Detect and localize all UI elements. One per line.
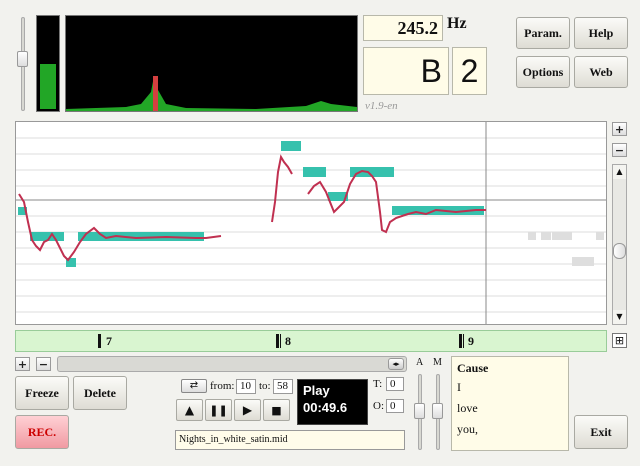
measure-marker <box>280 334 281 348</box>
measure-marker <box>463 334 464 348</box>
player-display: Play 00:49.6 <box>297 379 368 425</box>
web-button[interactable]: Web <box>574 56 628 88</box>
pause-icon[interactable]: ❚❚ <box>205 399 232 421</box>
h-scroll-thumb[interactable]: ◂▸ <box>388 358 404 370</box>
tempo-t-label: T: <box>373 378 383 390</box>
pitch-graph[interactable] <box>15 121 607 325</box>
frequency-readout: 245.2 <box>363 15 443 41</box>
melody-volume-thumb[interactable] <box>432 403 443 419</box>
delete-button[interactable]: Delete <box>73 376 127 410</box>
fit-icon[interactable]: ⊞ <box>612 333 627 348</box>
rec-button[interactable]: REC. <box>15 415 69 449</box>
note-octave-display: 2 <box>452 47 487 95</box>
param-button[interactable]: Param. <box>516 17 570 49</box>
input-volume-thumb[interactable] <box>17 51 28 67</box>
measure-marker <box>276 334 279 348</box>
loop-icon[interactable]: ⇄ <box>181 379 207 393</box>
h-zoom-in-button[interactable]: + <box>15 357 30 371</box>
lyrics-line: you, <box>457 422 478 436</box>
note-bar <box>303 167 326 177</box>
accompaniment-volume-thumb[interactable] <box>414 403 425 419</box>
tempo-t-field[interactable]: 0 <box>386 377 404 391</box>
pitch-curve <box>271 154 293 223</box>
horizontal-scrollbar[interactable]: ◂▸ <box>57 356 407 372</box>
frequency-unit: Hz <box>447 15 467 32</box>
vertical-scrollbar[interactable]: ▲ ▼ <box>612 164 627 325</box>
h-zoom-out-button[interactable]: − <box>36 357 51 371</box>
measure-label: 7 <box>106 334 112 348</box>
player-time: 00:49.6 <box>303 400 348 415</box>
player-state: Play <box>303 383 330 398</box>
pitch-curve <box>307 169 486 234</box>
lyrics-line: I <box>457 380 461 394</box>
spectrum-graph <box>66 76 357 111</box>
lyrics-panel: Cause I love you, <box>451 356 569 451</box>
loop-from-label: from: <box>210 380 235 392</box>
note-bar <box>78 232 204 241</box>
accompaniment-label: A <box>416 357 424 368</box>
scroll-down-icon[interactable]: ▼ <box>613 310 626 324</box>
measure-ruler[interactable]: 7 8 9 <box>15 330 607 352</box>
exit-button[interactable]: Exit <box>574 415 628 449</box>
measure-marker <box>459 334 462 348</box>
loop-from-field[interactable]: 10 <box>236 379 256 394</box>
measure-label: 9 <box>468 334 474 348</box>
note-octave: 2 <box>460 52 479 89</box>
pitch-curve <box>18 193 222 262</box>
scroll-up-icon[interactable]: ▲ <box>613 165 626 179</box>
note-name: B <box>420 52 442 89</box>
options-button[interactable]: Options <box>516 56 570 88</box>
version-label: v1.9-en <box>365 100 398 112</box>
freeze-button[interactable]: Freeze <box>15 376 69 410</box>
measure-marker <box>98 334 101 348</box>
tempo-o-label: O: <box>373 400 384 412</box>
zoom-in-button[interactable]: + <box>612 122 627 136</box>
lyrics-title: Cause <box>457 361 489 375</box>
melody-label: M <box>433 357 442 368</box>
input-level-fill <box>40 64 56 109</box>
play-icon[interactable]: ▶ <box>234 399 261 421</box>
stop-icon[interactable]: ■ <box>263 399 290 421</box>
zoom-out-button[interactable]: − <box>612 143 627 157</box>
midi-file-field[interactable]: Nights_in_white_satin.mid <box>175 430 405 450</box>
measure-label: 8 <box>285 334 291 348</box>
loop-to-field[interactable]: 58 <box>273 379 293 394</box>
help-button[interactable]: Help <box>574 17 628 49</box>
note-name-display: B <box>363 47 449 95</box>
tempo-o-field[interactable]: 0 <box>386 399 404 413</box>
spectrum-display <box>65 15 358 112</box>
lyrics-line: love <box>457 401 478 415</box>
pitch-graph-canvas <box>16 122 606 324</box>
metronome-icon[interactable]: ▲ <box>176 399 203 421</box>
scroll-thumb[interactable] <box>613 243 626 259</box>
loop-to-label: to: <box>259 380 271 392</box>
note-bar <box>281 141 301 151</box>
frequency-value: 245.2 <box>397 17 439 38</box>
input-level-meter <box>36 15 60 112</box>
